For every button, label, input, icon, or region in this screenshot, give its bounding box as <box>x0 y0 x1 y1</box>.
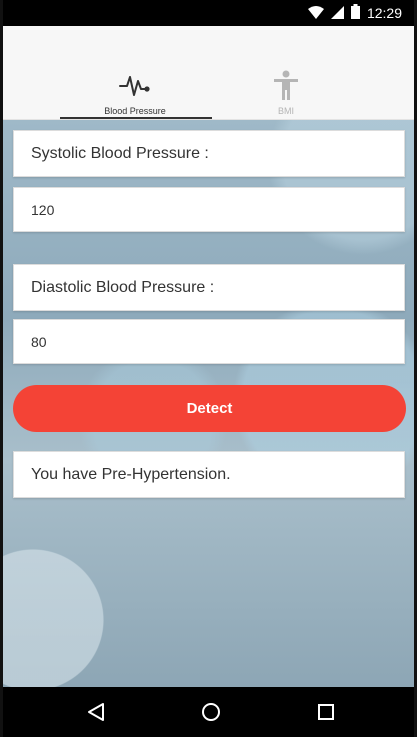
heartbeat-icon <box>119 70 151 100</box>
systolic-label: Systolic Blood Pressure : <box>13 130 405 177</box>
app-screen: 12:29 Blood Pressure BMI Systolic Blood … <box>0 0 417 737</box>
person-icon <box>272 70 300 100</box>
bp-form-panel: Systolic Blood Pressure : Diastolic Bloo… <box>3 120 414 687</box>
diastolic-input[interactable] <box>31 333 404 350</box>
home-icon[interactable] <box>198 699 224 725</box>
back-icon[interactable] <box>83 699 109 725</box>
signal-icon <box>330 4 344 23</box>
active-tab-indicator <box>60 117 212 119</box>
systolic-label-text: Systolic Blood Pressure : <box>31 144 209 162</box>
tab-label-bmi: BMI <box>277 106 294 116</box>
diastolic-label-text: Diastolic Blood Pressure : <box>31 278 215 296</box>
diastolic-label: Diastolic Blood Pressure : <box>13 264 405 311</box>
system-nav-bar <box>3 687 414 737</box>
detect-button[interactable]: Detect <box>13 385 406 432</box>
result-text: You have Pre-Hypertension. <box>31 465 231 483</box>
tab-bmi[interactable]: BMI <box>211 70 361 120</box>
recents-icon[interactable] <box>313 699 339 725</box>
tab-blood-pressure[interactable]: Blood Pressure <box>60 70 210 120</box>
systolic-input[interactable] <box>31 201 404 218</box>
battery-icon <box>350 3 360 23</box>
wifi-icon <box>307 4 324 23</box>
tab-bar: Blood Pressure BMI <box>3 26 414 120</box>
status-bar: 12:29 <box>3 0 414 26</box>
diastolic-field[interactable] <box>13 319 405 364</box>
systolic-field[interactable] <box>13 187 405 232</box>
tab-label-blood-pressure: Blood Pressure <box>104 106 166 116</box>
status-time: 12:29 <box>366 5 402 21</box>
result-box: You have Pre-Hypertension. <box>13 451 405 498</box>
